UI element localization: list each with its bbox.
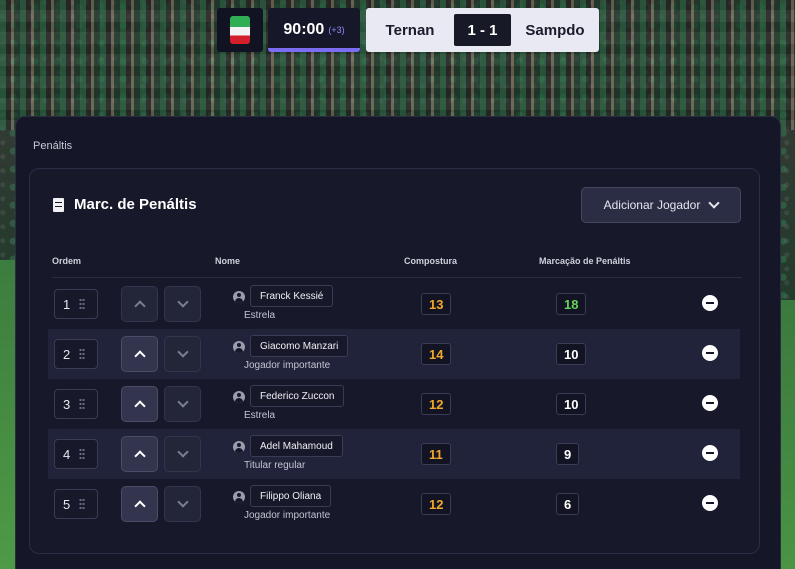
player-status: Titular regular bbox=[244, 460, 306, 471]
card-title: Marc. de Penáltis bbox=[74, 196, 197, 213]
order-handle[interactable]: 3 bbox=[54, 389, 98, 419]
penalty-value: 9 bbox=[556, 443, 580, 465]
drag-handle-icon[interactable] bbox=[79, 348, 86, 360]
order-number: 5 bbox=[63, 496, 71, 512]
move-up-button[interactable] bbox=[121, 386, 158, 422]
composure-value: 14 bbox=[421, 343, 452, 365]
player-name[interactable]: Filippo Oliana bbox=[250, 485, 332, 507]
player-status: Estrela bbox=[244, 410, 276, 421]
player-status: Jogador importante bbox=[244, 510, 331, 521]
panel-title: Penáltis bbox=[33, 140, 73, 152]
penalties-panel: Penáltis Marc. de Penáltis Adicionar Jog… bbox=[15, 116, 781, 569]
chevron-down-icon bbox=[708, 197, 721, 209]
card-header: Marc. de Penáltis bbox=[53, 196, 197, 213]
composure-value: 13 bbox=[421, 293, 452, 315]
player-status: Jogador importante bbox=[244, 360, 331, 371]
chevron-down-icon bbox=[176, 496, 189, 508]
move-down-button[interactable] bbox=[164, 336, 201, 372]
move-down-button[interactable] bbox=[164, 386, 201, 422]
remove-icon[interactable] bbox=[702, 345, 718, 361]
move-up-button[interactable] bbox=[121, 486, 158, 522]
player-icon bbox=[233, 491, 245, 503]
added-time: (+3) bbox=[328, 25, 345, 35]
header-name: Nome bbox=[215, 256, 241, 266]
move-up-button[interactable] bbox=[121, 286, 158, 322]
penalty-value: 6 bbox=[556, 493, 580, 515]
chevron-up-icon bbox=[133, 450, 146, 462]
move-down-button[interactable] bbox=[164, 286, 201, 322]
order-number: 2 bbox=[63, 346, 71, 362]
table-row: 4 Adel Mahamoud Titular regular 11 9 bbox=[48, 429, 740, 479]
remove-icon[interactable] bbox=[702, 295, 718, 311]
header-composure: Compostura bbox=[404, 256, 458, 266]
composure-value: 11 bbox=[421, 443, 451, 465]
away-team: Sampdo bbox=[525, 21, 585, 39]
player-icon bbox=[233, 341, 245, 353]
player-icon bbox=[233, 291, 245, 303]
order-number: 3 bbox=[63, 396, 71, 412]
add-player-button[interactable]: Adicionar Jogador bbox=[581, 187, 741, 223]
drag-handle-icon[interactable] bbox=[79, 448, 86, 460]
move-up-button[interactable] bbox=[121, 436, 158, 472]
player-status: Estrela bbox=[244, 310, 276, 321]
document-icon bbox=[53, 197, 64, 212]
player-icon bbox=[233, 391, 245, 403]
chevron-up-icon bbox=[133, 350, 146, 362]
cup-icon bbox=[230, 16, 250, 44]
penalty-takers-card: Marc. de Penáltis Adicionar Jogador Orde… bbox=[29, 168, 760, 554]
chevron-down-icon bbox=[176, 296, 189, 308]
table-header: Ordem Nome Compostura Marcação de Penált… bbox=[52, 254, 742, 278]
player-name[interactable]: Giacomo Manzari bbox=[250, 335, 349, 357]
drag-handle-icon[interactable] bbox=[79, 398, 86, 410]
chevron-down-icon bbox=[176, 446, 189, 458]
header-order: Ordem bbox=[52, 256, 82, 266]
clock-progress-bar bbox=[268, 48, 360, 52]
penalty-value: 10 bbox=[556, 343, 587, 365]
penalty-value: 18 bbox=[556, 293, 587, 315]
pitch-background bbox=[0, 260, 16, 569]
player-name[interactable]: Adel Mahamoud bbox=[250, 435, 343, 457]
remove-icon[interactable] bbox=[702, 395, 718, 411]
chevron-up-icon bbox=[133, 400, 146, 412]
table-row: 5 Filippo Oliana Jogador importante 12 6 bbox=[48, 479, 740, 529]
clock-time: 90:00 bbox=[283, 21, 325, 38]
move-down-button[interactable] bbox=[164, 486, 201, 522]
score: 1 - 1 bbox=[454, 14, 511, 46]
taker-list: 1 Franck Kessié Estrela 13 18 2 Giacomo … bbox=[48, 279, 740, 529]
chevron-up-icon bbox=[133, 300, 146, 312]
home-team: Ternan bbox=[385, 21, 435, 39]
penalty-value: 10 bbox=[556, 393, 587, 415]
composure-value: 12 bbox=[421, 393, 452, 415]
table-row: 2 Giacomo Manzari Jogador importante 14 … bbox=[48, 329, 740, 379]
competition-logo bbox=[217, 8, 263, 52]
remove-icon[interactable] bbox=[702, 445, 718, 461]
header-penalties: Marcação de Penáltis bbox=[539, 256, 631, 266]
move-up-button[interactable] bbox=[121, 336, 158, 372]
add-player-label: Adicionar Jogador bbox=[603, 198, 701, 212]
table-row: 1 Franck Kessié Estrela 13 18 bbox=[48, 279, 740, 329]
order-handle[interactable]: 5 bbox=[54, 489, 98, 519]
order-handle[interactable]: 1 bbox=[54, 289, 98, 319]
table-row: 3 Federico Zuccon Estrela 12 10 bbox=[48, 379, 740, 429]
scoreboard: Ternan 1 - 1 Sampdo bbox=[366, 8, 599, 52]
match-clock: 90:00 (+3) bbox=[268, 8, 360, 52]
chevron-up-icon bbox=[133, 500, 146, 512]
remove-icon[interactable] bbox=[702, 495, 718, 511]
player-name[interactable]: Federico Zuccon bbox=[250, 385, 345, 407]
drag-handle-icon[interactable] bbox=[79, 298, 86, 310]
move-down-button[interactable] bbox=[164, 436, 201, 472]
order-handle[interactable]: 2 bbox=[54, 339, 98, 369]
order-handle[interactable]: 4 bbox=[54, 439, 98, 469]
player-name[interactable]: Franck Kessié bbox=[250, 285, 334, 307]
chevron-down-icon bbox=[176, 346, 189, 358]
drag-handle-icon[interactable] bbox=[79, 498, 86, 510]
composure-value: 12 bbox=[421, 493, 452, 515]
chevron-down-icon bbox=[176, 396, 189, 408]
player-icon bbox=[233, 441, 245, 453]
order-number: 1 bbox=[63, 296, 71, 312]
order-number: 4 bbox=[63, 446, 71, 462]
pitch-background bbox=[781, 300, 795, 569]
